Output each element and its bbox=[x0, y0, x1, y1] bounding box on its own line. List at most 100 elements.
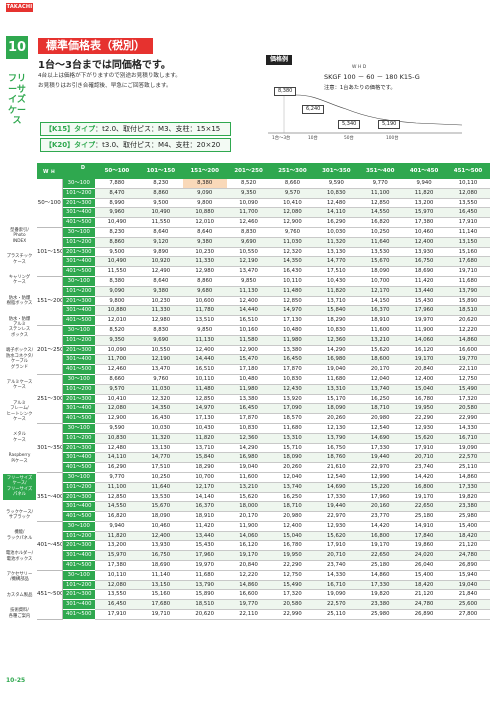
price-cell: 14,150 bbox=[358, 296, 403, 307]
price-cell: 11,820 bbox=[402, 188, 446, 199]
price-cell: 11,680 bbox=[270, 423, 315, 434]
side-nav-item[interactable]: 端子ボックス/ 防水コネクタ/ ケーブル グランド bbox=[3, 348, 36, 370]
price-cell: 11,980 bbox=[270, 335, 315, 346]
corner-w-label: W bbox=[43, 169, 49, 175]
price-cell: 11,480 bbox=[270, 286, 315, 297]
price-cell: 16,820 bbox=[95, 511, 139, 522]
price-cell: 17,680 bbox=[446, 256, 490, 268]
price-cell: 12,080 bbox=[270, 207, 315, 219]
height-range-cell: 201～300 bbox=[62, 492, 95, 503]
height-range-cell: 401～500 bbox=[62, 511, 95, 522]
table-header-row: D W H 50～100 101～150 151～200 201～250 251～300… bbox=[37, 163, 490, 179]
price-cell: 20,580 bbox=[446, 403, 490, 415]
price-cell: 15,710 bbox=[270, 443, 315, 454]
price-cell: 11,700 bbox=[226, 207, 271, 219]
side-nav-item[interactable]: アクセサリー /機構部品 bbox=[3, 572, 36, 583]
price-cell: 15,490 bbox=[446, 384, 490, 395]
width-range-cell: 451～500 bbox=[37, 570, 63, 620]
price-cell: 10,830 bbox=[314, 325, 359, 336]
height-range-cell: 301～400 bbox=[62, 403, 95, 415]
side-nav-item[interactable]: 技術資料/ 各種ご案内 bbox=[3, 608, 36, 619]
price-cell: 16,710 bbox=[314, 580, 359, 591]
height-range-cell: 201～300 bbox=[62, 247, 95, 258]
side-nav-item[interactable]: 型番索引/ Photo INDEX bbox=[3, 228, 36, 244]
price-cell: 20,260 bbox=[270, 462, 315, 473]
table-row: 101～150 30～100 8,230 8,640 8,640 8,830 9,760 10… bbox=[37, 227, 490, 277]
height-range-cell: 30～100 bbox=[62, 276, 95, 287]
price-cell: 10,110 bbox=[446, 179, 490, 189]
price-cell: 12,750 bbox=[446, 374, 490, 385]
side-nav-item[interactable]: アルミ フレーム/ ヒートシンク ケース bbox=[3, 401, 36, 423]
price-cell: 18,760 bbox=[314, 452, 359, 464]
price-cell: 12,400 bbox=[270, 521, 315, 532]
price-cell: 14,290 bbox=[314, 345, 359, 356]
price-cell: 20,580 bbox=[270, 599, 315, 611]
price-cell: 12,460 bbox=[95, 364, 139, 375]
price-cell: 8,860 bbox=[138, 188, 183, 199]
type-k15-spec: ：t2.0、取付ピス：M3、支柱：15×15 bbox=[95, 125, 221, 133]
price-cell: 12,930 bbox=[402, 423, 446, 434]
price-cell: 12,980 bbox=[138, 315, 183, 326]
side-nav-item[interactable]: アルミケース ケース bbox=[3, 380, 36, 391]
price-example-2: 6,240 bbox=[302, 105, 325, 114]
side-nav-item[interactable]: 防水・防爆 アルミ ステンレス ボックス bbox=[3, 317, 36, 339]
qty-label-1: 1台～3台 bbox=[272, 136, 291, 141]
price-cell: 14,420 bbox=[358, 521, 403, 532]
side-nav-item[interactable]: 防水・防爆 樹脂ボックス bbox=[3, 296, 36, 307]
price-cell: 22,290 bbox=[270, 560, 315, 571]
price-cell: 13,380 bbox=[270, 345, 315, 356]
price-cell: 16,750 bbox=[402, 256, 446, 268]
price-cell: 13,200 bbox=[95, 540, 139, 552]
table-row: 101～200 11,820 12,400 13,440 14,060 15,040 15,… bbox=[37, 531, 490, 542]
price-cell: 8,520 bbox=[95, 325, 139, 336]
price-cell: 22,110 bbox=[226, 609, 271, 620]
price-cell: 26,890 bbox=[402, 609, 446, 620]
side-nav-item[interactable]: フリーサイズ ケース/ フリーサイズ パネル bbox=[3, 473, 36, 500]
side-nav-item[interactable]: カスタム製品 bbox=[3, 593, 36, 598]
price-cell: 20,840 bbox=[226, 560, 271, 571]
price-cell: 12,360 bbox=[314, 335, 359, 346]
price-cell: 15,840 bbox=[182, 452, 227, 464]
price-cell: 13,710 bbox=[182, 443, 227, 454]
height-range-cell: 30～100 bbox=[62, 325, 95, 336]
price-cell: 13,130 bbox=[138, 443, 183, 454]
price-cell: 12,040 bbox=[358, 374, 403, 385]
price-cell: 14,060 bbox=[226, 531, 271, 542]
price-cell: 16,750 bbox=[314, 443, 359, 454]
price-cell: 9,680 bbox=[182, 286, 227, 297]
price-cell: 13,740 bbox=[358, 384, 403, 395]
price-cell: 15,670 bbox=[358, 256, 403, 268]
price-cell: 15,890 bbox=[182, 589, 227, 601]
table-row: 201～300 12,850 13,530 14,140 15,620 16,250 17,… bbox=[37, 492, 490, 503]
price-cell: 25,180 bbox=[358, 560, 403, 571]
price-cell: 11,640 bbox=[358, 237, 403, 248]
table-row: 101～200 8,470 8,860 9,090 9,350 9,570 10,830 11… bbox=[37, 188, 490, 199]
side-nav-item[interactable]: 機能/ ラックパネル bbox=[3, 530, 36, 541]
corner-d-label: D bbox=[80, 165, 85, 171]
price-cell: 13,530 bbox=[358, 247, 403, 258]
side-nav-item[interactable]: ラックケース/ サブラック bbox=[3, 510, 36, 521]
side-nav-item[interactable]: 電池ホルダー/ 電池ボックス bbox=[3, 551, 36, 562]
side-nav-item[interactable]: キャリング ケース bbox=[3, 275, 36, 286]
table-row: 50～100 30～100 7,880 8,230 8,380 8,520 8,660 9,5… bbox=[37, 179, 490, 228]
price-cell: 22,970 bbox=[358, 462, 403, 473]
price-cell: 12,400 bbox=[226, 296, 271, 307]
price-cell: 18,510 bbox=[182, 599, 227, 611]
table-row: 201～300 9,800 10,230 10,600 12,400 12,850 13,7… bbox=[37, 296, 490, 307]
height-range-cell: 301～400 bbox=[62, 501, 95, 513]
price-cell: 9,690 bbox=[138, 335, 183, 346]
price-cell: 9,760 bbox=[270, 227, 315, 238]
price-cell: 18,290 bbox=[314, 315, 359, 326]
price-cell: 13,790 bbox=[446, 286, 490, 297]
price-cell: 18,090 bbox=[314, 403, 359, 415]
price-cell: 22,650 bbox=[358, 550, 403, 562]
side-nav-item[interactable]: プラスチック ケース bbox=[3, 254, 36, 265]
price-cell: 19,770 bbox=[226, 599, 271, 611]
side-nav-item[interactable]: Raspberry Piケース bbox=[3, 453, 36, 464]
width-range-cell: 151～200 bbox=[37, 276, 63, 326]
price-cell: 19,170 bbox=[358, 540, 403, 552]
price-cell: 15,940 bbox=[446, 570, 490, 581]
table-row: 101～200 9,090 9,380 9,680 11,130 11,480 11,820… bbox=[37, 286, 490, 297]
side-nav-item[interactable]: メタル ケース bbox=[3, 432, 36, 443]
price-cell: 9,350 bbox=[226, 188, 271, 199]
